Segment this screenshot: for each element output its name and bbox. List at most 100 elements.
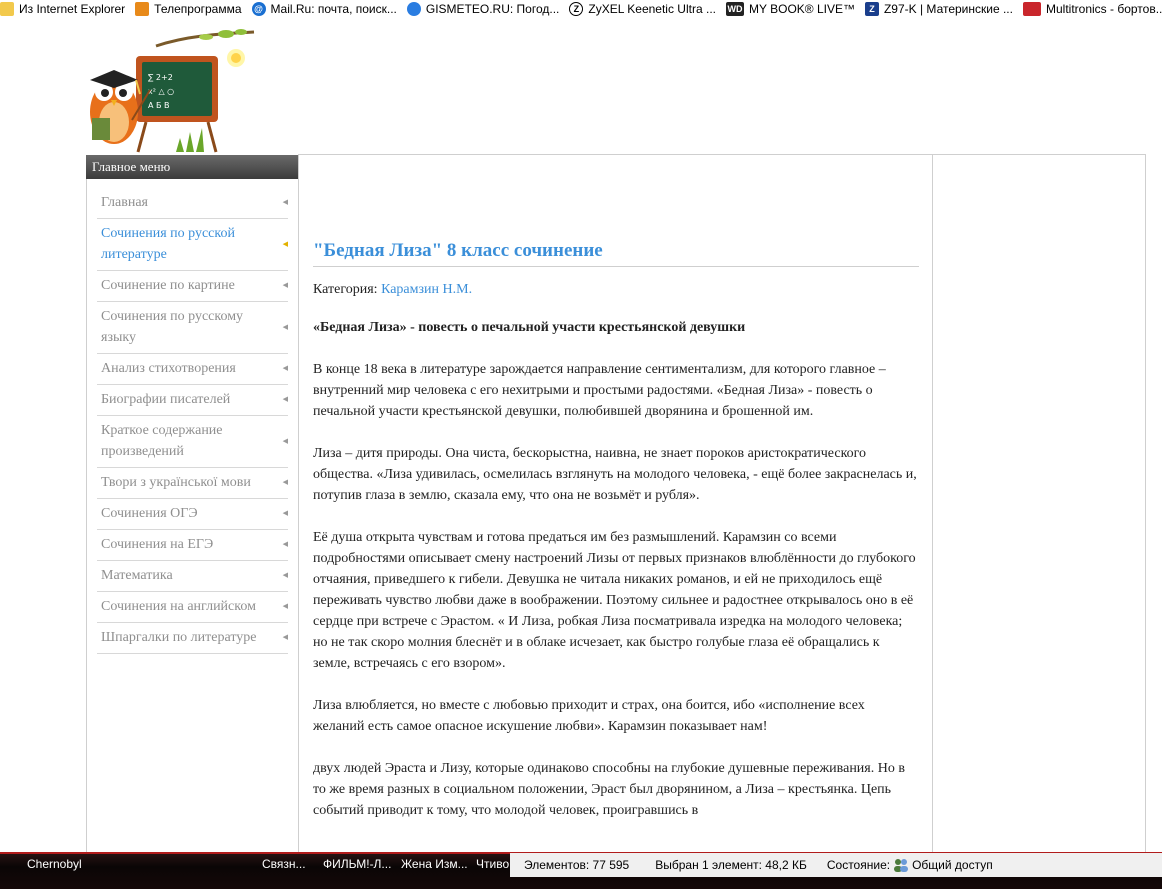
bookmark-multitronics[interactable]: Multitronics - бортов...	[1022, 1, 1162, 16]
article-title-text: "Бедная Лиза" 8 класс сочинение	[313, 240, 603, 261]
menu-item-label: Твори з української мови	[101, 475, 251, 490]
article-title[interactable]: "Бедная Лиза" 8 класс сочинение	[313, 238, 919, 267]
article-paragraph: Её душа открыта чувствам и готова предат…	[313, 530, 916, 671]
arrow-left-icon: ◀	[282, 540, 288, 548]
svg-text:∑ 2+2: ∑ 2+2	[148, 73, 173, 82]
status-elements-count: Элементов: 77 595	[524, 858, 630, 872]
arrow-left-icon: ◀	[282, 322, 288, 331]
menu-item-poem-analysis[interactable]: Анализ стихотворения ◀	[97, 354, 288, 385]
bookmark-label: Z97-K | Материнские ...	[883, 1, 1013, 16]
content-left-border	[298, 155, 299, 855]
asus-icon: Z	[864, 1, 879, 16]
svg-text:A Б В: A Б В	[148, 101, 170, 110]
bookmark-label: GISMETEO.RU: Погод...	[425, 1, 560, 16]
arrow-left-icon: ◀	[282, 436, 288, 445]
menu-item-ukrainian[interactable]: Твори з української мови ◀	[97, 468, 288, 499]
tv-icon	[135, 1, 150, 16]
menu-item-biographies[interactable]: Биографии писателей ◀	[97, 385, 288, 416]
menu-item-label: Сочинения ОГЭ	[101, 506, 198, 521]
menu-item-label: Математика	[101, 568, 173, 583]
menu-item-english[interactable]: Сочинения на английском ◀	[97, 592, 288, 623]
content-right-border	[932, 155, 933, 855]
arrow-left-icon: ◀	[282, 395, 288, 403]
menu-item-picture-essay[interactable]: Сочинение по картине ◀	[97, 271, 288, 302]
right-column-border	[1145, 155, 1146, 855]
bookmark-label: MY BOOK® LIVE™	[748, 1, 855, 16]
article-paragraph: Лиза – дитя природы. Она чиста, бескорыс…	[313, 446, 917, 503]
bookmark-internet-explorer[interactable]: Из Internet Explorer	[0, 1, 126, 16]
main-menu: Главная ◀ Сочинения по русской литературе…	[97, 188, 288, 654]
content-top-border	[298, 154, 1146, 155]
bookmark-zyxel[interactable]: Z ZyXEL Keenetic Ultra ...	[569, 1, 716, 16]
article-lead: «Бедная Лиза» - повесть о печальной учас…	[313, 320, 746, 335]
menu-item-russian-language[interactable]: Сочинения по русскому языку ◀	[97, 302, 288, 354]
owl-teacher-icon: ∑ 2+2 x² △ ○ A Б В	[90, 29, 255, 153]
menu-item-label: Сочинения на ЕГЭ	[101, 537, 214, 552]
article-paragraph: двух людей Эраста и Лизу, которые одинак…	[313, 761, 905, 818]
taskbar-item-svyaz[interactable]: Связн...	[262, 854, 306, 874]
bookmark-label: Mail.Ru: почта, поиск...	[270, 1, 397, 16]
bookmark-tv-program[interactable]: Телепрограмма	[135, 1, 242, 16]
arrow-left-icon: ◀	[282, 281, 288, 289]
menu-item-label: Шпаргалки по литературе	[101, 630, 257, 645]
article-category: Категория: Карамзин Н.М.	[313, 279, 919, 300]
menu-item-label: Сочинения по русской литературе	[101, 226, 235, 262]
arrow-left-icon: ◀	[282, 571, 288, 579]
arrow-left-icon: ◀	[282, 198, 288, 206]
article-paragraph: Лиза влюбляется, но вместе с любовью при…	[313, 698, 865, 734]
taskbar-item-zhena[interactable]: Жена Изм...	[401, 854, 468, 874]
menu-item-home[interactable]: Главная ◀	[97, 188, 288, 219]
menu-item-math[interactable]: Математика ◀	[97, 561, 288, 592]
category-label: Категория:	[313, 282, 378, 297]
category-link[interactable]: Карамзин Н.М.	[381, 282, 472, 297]
mailru-icon: @	[251, 1, 266, 16]
status-selected: Выбран 1 элемент: 48,2 КБ	[655, 858, 807, 872]
arrow-left-icon: ◀	[282, 509, 288, 517]
menu-item-cheatsheets[interactable]: Шпаргалки по литературе ◀	[97, 623, 288, 654]
status-state-value: Общий доступ	[912, 858, 993, 872]
main-menu-header: Главное меню	[86, 155, 298, 179]
bookmark-z97k[interactable]: Z Z97-K | Материнские ...	[864, 1, 1013, 16]
sidebar-left-border	[86, 179, 87, 852]
menu-item-label: Главная	[101, 195, 148, 210]
menu-item-label: Сочинения на английском	[101, 599, 256, 614]
bookmark-label: Из Internet Explorer	[19, 1, 126, 16]
bookmarks-bar: Из Internet Explorer Телепрограмма @ Mai…	[0, 0, 1162, 17]
menu-item-label: Анализ стихотворения	[101, 361, 236, 376]
menu-item-russian-literature[interactable]: Сочинения по русской литературе ◀	[97, 219, 288, 271]
site-logo[interactable]: ∑ 2+2 x² △ ○ A Б В	[86, 28, 258, 154]
menu-item-label: Биографии писателей	[101, 392, 231, 407]
multitronics-icon	[1022, 1, 1041, 16]
article: "Бедная Лиза" 8 класс сочинение Категори…	[313, 238, 919, 842]
bookmark-gismeteo[interactable]: GISMETEO.RU: Погод...	[406, 1, 560, 16]
bookmark-mybook[interactable]: WD MY BOOK® LIVE™	[725, 1, 855, 16]
taskbar-item-chernobyl[interactable]: Chernobyl	[27, 854, 82, 874]
menu-item-ege[interactable]: Сочинения на ЕГЭ ◀	[97, 530, 288, 561]
taskbar-item-film[interactable]: ФИЛЬМ!-Л...	[323, 854, 391, 874]
bookmark-mailru[interactable]: @ Mail.Ru: почта, поиск...	[251, 1, 397, 16]
folder-icon	[0, 1, 14, 16]
arrow-left-icon: ◀	[282, 633, 288, 641]
wd-icon: WD	[725, 1, 744, 16]
gismeteo-icon	[406, 1, 421, 16]
status-state: Состояние: Общий доступ	[827, 858, 993, 872]
menu-item-label: Сочинения по русскому языку	[101, 309, 244, 345]
menu-item-summaries[interactable]: Краткое содержание произведений ◀	[97, 416, 288, 468]
menu-item-oge[interactable]: Сочинения ОГЭ ◀	[97, 499, 288, 530]
arrow-left-icon: ◀	[282, 602, 288, 610]
svg-text:x² △ ○: x² △ ○	[148, 87, 174, 96]
shared-users-icon	[894, 859, 909, 872]
taskbar-item-chtivo[interactable]: Чтиво	[476, 854, 509, 874]
arrow-left-icon: ◀	[282, 478, 288, 486]
arrow-left-icon: ◀	[282, 364, 288, 372]
arrow-left-icon: ◀	[282, 239, 288, 248]
bookmark-label: Телепрограмма	[154, 1, 242, 16]
explorer-status-bar: Элементов: 77 595 Выбран 1 элемент: 48,2…	[510, 853, 1162, 877]
article-paragraph: В конце 18 века в литературе зарождается…	[313, 362, 886, 419]
zyxel-icon: Z	[569, 1, 584, 16]
status-state-label: Состояние:	[826, 858, 891, 872]
menu-item-label: Сочинение по картине	[101, 278, 235, 293]
menu-item-label: Краткое содержание произведений	[101, 423, 223, 459]
bookmark-label: ZyXEL Keenetic Ultra ...	[588, 1, 716, 16]
bookmark-label: Multitronics - бортов...	[1045, 1, 1162, 16]
